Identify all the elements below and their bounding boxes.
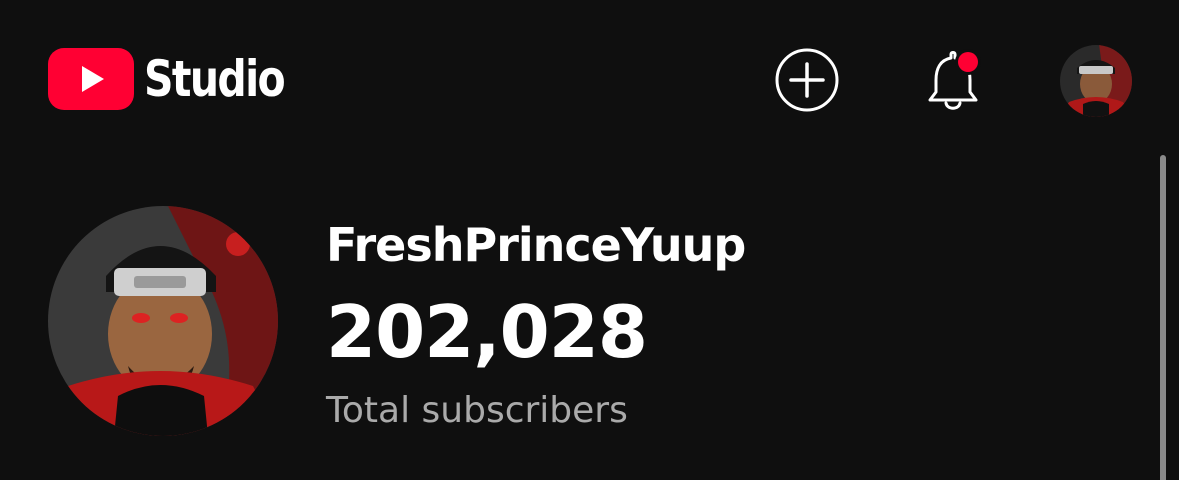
notifications-button[interactable] — [920, 44, 986, 114]
create-button[interactable] — [775, 48, 839, 112]
logo-text: Studio — [144, 50, 286, 108]
top-app-bar: Studio — [0, 0, 1179, 160]
bell-icon — [928, 49, 981, 110]
channel-avatar[interactable] — [48, 206, 278, 436]
notification-dot — [958, 52, 978, 72]
subscriber-count: 202,028 — [326, 290, 648, 374]
channel-name: FreshPrinceYuup — [326, 218, 746, 272]
subscriber-label: Total subscribers — [326, 390, 628, 431]
scrollbar[interactable] — [1160, 155, 1166, 480]
add-circle-icon — [775, 48, 839, 112]
youtube-play-icon — [48, 48, 134, 110]
avatar — [1060, 45, 1132, 117]
youtube-studio-logo[interactable]: Studio — [48, 48, 315, 110]
avatar — [48, 206, 278, 436]
account-avatar-button[interactable] — [1059, 44, 1133, 118]
